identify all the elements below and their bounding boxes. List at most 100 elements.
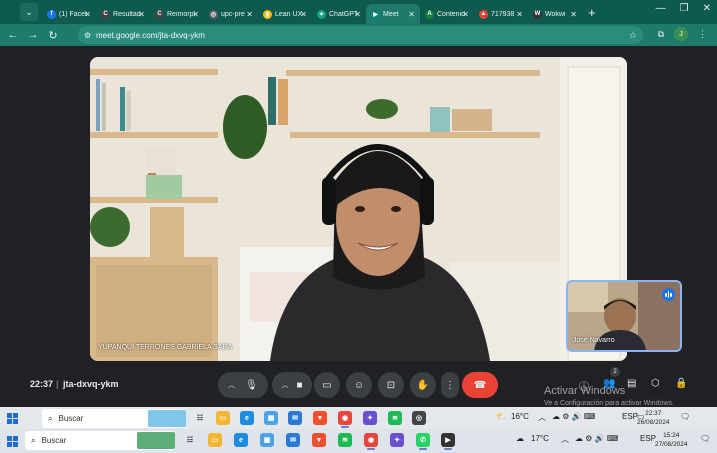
- close-icon[interactable]: ✕: [192, 10, 199, 19]
- taskbar: ⌕ Buscar ☷ ▭ e ▦ ✉ ▼ ≋ ◉ ✦ ✆ ▶ ☁ 17°C ︿ …: [0, 429, 717, 453]
- weather-icon: ⛅: [496, 412, 506, 421]
- close-icon[interactable]: ✕: [300, 10, 307, 19]
- close-icon[interactable]: ✕: [516, 10, 523, 19]
- search-placeholder: Buscar: [41, 436, 67, 445]
- captions-button[interactable]: ▭: [314, 372, 340, 398]
- tab-label: upc-pre: [221, 10, 245, 18]
- notification-icon[interactable]: 🗨: [680, 412, 690, 421]
- present-button[interactable]: ⊡: [378, 372, 404, 398]
- tray-icons[interactable]: ☁ ⚙ 🔊 ⌨: [575, 434, 618, 443]
- bookmark-star-icon[interactable]: ☆: [629, 30, 637, 41]
- forward-icon[interactable]: →: [26, 29, 40, 41]
- task-view-icon[interactable]: ☷: [193, 411, 207, 425]
- app-icon[interactable]: ◎: [412, 411, 426, 425]
- emoji-icon: ☺: [353, 379, 365, 391]
- edge-icon[interactable]: e: [234, 433, 248, 447]
- url-text: meet.google.com/jta-dxvq-ykm: [96, 30, 205, 40]
- meeting-code[interactable]: jta-dxvq-ykm: [63, 379, 119, 389]
- profile-avatar[interactable]: J: [674, 27, 688, 41]
- store-icon[interactable]: ▦: [260, 433, 274, 447]
- messenger-icon[interactable]: ✦: [390, 433, 404, 447]
- search-placeholder: Buscar: [58, 414, 84, 423]
- mail-icon[interactable]: ✉: [288, 411, 302, 425]
- hand-icon: ✋: [416, 379, 430, 391]
- close-icon[interactable]: ✕: [354, 10, 361, 19]
- back-icon[interactable]: ←: [6, 29, 20, 41]
- tray-chevron-icon[interactable]: ︿: [561, 434, 569, 445]
- tab-contenido[interactable]: AContenido✕: [420, 4, 474, 24]
- tray-icons[interactable]: ☁ ⚙ 🔊 ⌨: [552, 412, 595, 421]
- media-player-icon[interactable]: ▶: [441, 433, 455, 450]
- more-options-button[interactable]: ⋮: [441, 372, 459, 398]
- language-indicator[interactable]: ESP: [640, 434, 656, 443]
- spotify-icon[interactable]: ≋: [338, 433, 352, 447]
- new-tab-button[interactable]: +: [588, 5, 596, 20]
- camera-icon[interactable]: ■: [296, 380, 302, 391]
- main-participant-video[interactable]: [90, 57, 627, 361]
- tab-resultados[interactable]: CResultados✕: [96, 4, 150, 24]
- captions-icon: ▭: [322, 379, 332, 391]
- people-count-badge: 2: [610, 367, 620, 377]
- reactions-button[interactable]: ☺: [346, 372, 372, 398]
- tab-chatgpt[interactable]: ✦ ChatGPT ✕: [312, 4, 366, 24]
- close-icon[interactable]: ✕: [570, 10, 577, 19]
- reload-icon[interactable]: ↻: [46, 29, 60, 42]
- tab-reimorph[interactable]: C Reimorph ✕: [150, 4, 204, 24]
- chrome-icon[interactable]: ◉: [338, 411, 352, 428]
- tab-lean-ux[interactable]: ▮ Lean UX ✕: [258, 4, 312, 24]
- raise-hand-button[interactable]: ✋: [410, 372, 436, 398]
- close-icon[interactable]: ✕: [462, 10, 469, 19]
- whatsapp-icon[interactable]: ✆: [416, 433, 430, 450]
- chrome-icon[interactable]: ◉: [364, 433, 378, 450]
- tab-label: Resultados: [113, 10, 141, 18]
- leave-call-button[interactable]: ☎: [462, 372, 498, 398]
- present-icon: ⊡: [386, 379, 396, 391]
- close-window-icon[interactable]: ✕: [703, 3, 711, 14]
- tab-upc[interactable]: ◎ upc-pre ✕: [204, 4, 258, 24]
- restore-icon[interactable]: ❐: [680, 3, 689, 14]
- taskbar-clock[interactable]: 15:24 27/08/2024: [655, 431, 688, 449]
- taskbar-search-box[interactable]: ⌕ Buscar: [42, 409, 186, 428]
- edge-icon[interactable]: e: [240, 411, 254, 425]
- file-explorer-icon[interactable]: ▭: [208, 433, 222, 447]
- host-controls-icon[interactable]: 🔒: [675, 378, 687, 389]
- brave-icon[interactable]: ▼: [313, 411, 327, 425]
- tab-wokwi[interactable]: W Wokwi ✕: [528, 4, 582, 24]
- chevron-up-icon[interactable]: ︿: [228, 380, 235, 390]
- spotify-icon[interactable]: ≋: [388, 411, 402, 425]
- chevron-up-icon[interactable]: ︿: [281, 380, 288, 390]
- task-view-icon[interactable]: ☷: [183, 433, 197, 447]
- file-explorer-icon[interactable]: ▭: [216, 411, 230, 425]
- messenger-icon[interactable]: ✦: [363, 411, 377, 425]
- address-bar[interactable]: ⚙ meet.google.com/jta-dxvq-ykm ☆: [78, 26, 643, 44]
- tab-label: (1) Facebook: [59, 10, 87, 18]
- taskbar-search-box[interactable]: ⌕ Buscar: [25, 431, 175, 450]
- globe-icon: ◎: [209, 9, 218, 19]
- notification-icon[interactable]: 🗨: [700, 434, 710, 443]
- menu-icon[interactable]: ⋮: [698, 29, 707, 40]
- tab-meet[interactable]: ▶ Meet ✕: [366, 4, 420, 24]
- close-icon[interactable]: ✕: [84, 10, 91, 19]
- meet-stage: YUPANQUI TERRONES GABRIELA SARA José Nav…: [0, 46, 717, 406]
- taskbar-clock[interactable]: 22:37 26/08/2024: [637, 409, 670, 427]
- site-info-icon[interactable]: ⚙: [84, 31, 96, 40]
- tray-chevron-icon[interactable]: ︿: [538, 412, 546, 423]
- close-icon[interactable]: ✕: [138, 10, 145, 19]
- tab-pdf[interactable]: ▲ 717938 ✕: [474, 4, 528, 24]
- windows-start-icon[interactable]: [0, 430, 24, 453]
- minimize-icon[interactable]: —: [656, 3, 666, 14]
- close-icon[interactable]: ✕: [408, 10, 415, 19]
- clock-time: 15:24: [663, 432, 680, 439]
- c-icon: C: [155, 9, 164, 19]
- extensions-icon[interactable]: ⧉: [658, 29, 664, 40]
- windows-start-icon[interactable]: [0, 407, 24, 430]
- tab-facebook[interactable]: f(1) Facebook✕: [42, 4, 96, 24]
- tab-list: f(1) Facebook✕ CResultados✕ CReimorph✕ ◎…: [42, 0, 596, 24]
- tab-search-button[interactable]: ⌄: [20, 3, 38, 21]
- language-indicator[interactable]: ESP: [622, 412, 638, 421]
- close-icon[interactable]: ✕: [246, 10, 253, 19]
- brave-icon[interactable]: ▼: [312, 433, 326, 447]
- mail-icon[interactable]: ✉: [286, 433, 300, 447]
- store-icon[interactable]: ▦: [264, 411, 278, 425]
- mic-icon[interactable]: 🎙: [245, 380, 258, 391]
